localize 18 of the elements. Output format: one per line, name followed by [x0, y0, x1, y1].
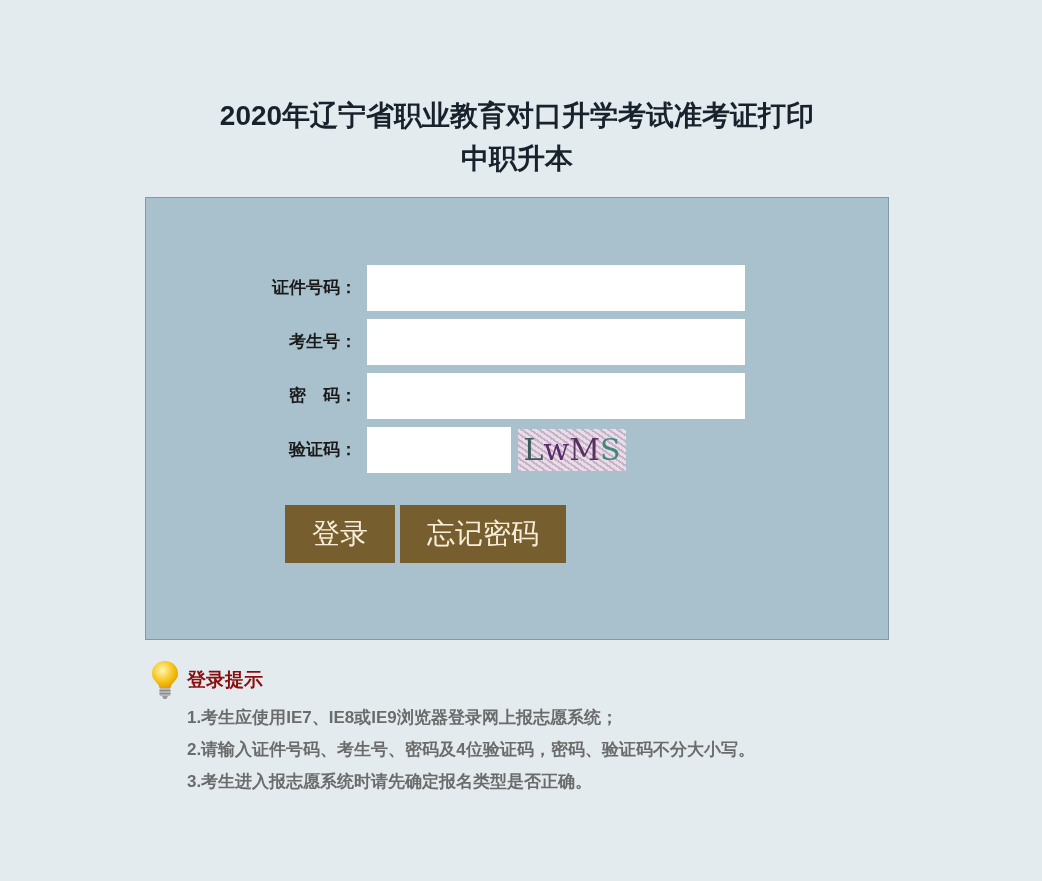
tips-heading: 登录提示 [187, 667, 263, 692]
tip-text: 3.考生进入报志愿系统时请先确定报名类型是否正确。 [187, 771, 594, 793]
captcha-image: LwMS [518, 429, 626, 471]
input-field[interactable] [367, 373, 745, 419]
field-label: 考生号： [288, 331, 357, 353]
page-subtitle: 中职升本 [460, 142, 574, 176]
input-field[interactable] [367, 265, 745, 311]
tip-text: 1.考生应使用IE7、IE8或IE9浏览器登录网上报志愿系统； [187, 707, 619, 729]
input-field[interactable] [367, 319, 745, 365]
lightbulb-icon [152, 661, 178, 699]
field-label: 密 码： [288, 385, 357, 407]
captcha-input-field[interactable] [367, 427, 511, 473]
tip-text: 2.请输入证件号码、考生号、密码及4位验证码，密码、验证码不分大小写。 [187, 739, 756, 761]
field-label: 证件号码： [270, 277, 357, 299]
forgot-password-button[interactable]: 忘记密码 [400, 505, 566, 563]
page-title: 2020年辽宁省职业教育对口升学考试准考证打印 [218, 99, 816, 133]
login-button[interactable]: 登录 [285, 505, 395, 563]
field-label: 验证码： [287, 439, 357, 461]
